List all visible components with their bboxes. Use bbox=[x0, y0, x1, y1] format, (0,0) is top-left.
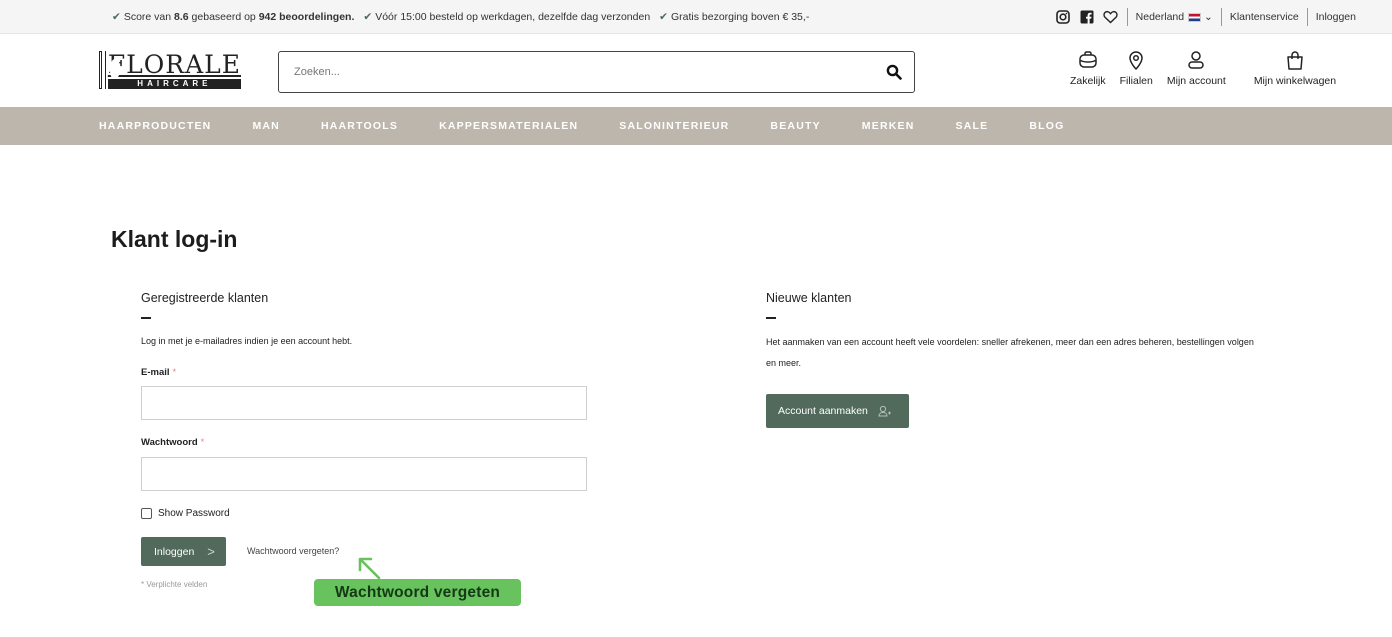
main-nav: HAARPRODUCTEN MAN HAARTOOLS KAPPERSMATER… bbox=[0, 107, 1392, 145]
email-input[interactable] bbox=[142, 387, 586, 419]
account-link[interactable]: Mijn account bbox=[1167, 49, 1226, 87]
nav-item-man[interactable]: MAN bbox=[252, 120, 280, 132]
page-title: Klant log-in bbox=[111, 226, 238, 252]
nav-item-merken[interactable]: MERKEN bbox=[862, 120, 915, 132]
stores-link[interactable]: Filialen bbox=[1120, 49, 1153, 87]
site-header: FLORALE HAIRCARE Zakelijk Filialen Mijn … bbox=[0, 34, 1392, 107]
title-dash bbox=[766, 317, 776, 319]
facebook-icon[interactable] bbox=[1079, 9, 1095, 25]
annotation-label: Wachtwoord vergeten bbox=[314, 579, 521, 606]
login-link[interactable]: Inloggen bbox=[1316, 11, 1356, 23]
title-dash bbox=[141, 317, 151, 319]
nav-item-haarproducten[interactable]: HAARPRODUCTEN bbox=[99, 120, 211, 132]
divider bbox=[1306, 8, 1308, 26]
show-password-row[interactable]: Show Password bbox=[141, 508, 230, 519]
new-customers-text-line1: Het aanmaken van een account heeft vele … bbox=[766, 337, 1254, 347]
search-icon[interactable] bbox=[886, 64, 902, 80]
briefcase-icon bbox=[1079, 51, 1097, 68]
logo-brand: FLORALE bbox=[107, 49, 241, 79]
nav-item-saloninterieur[interactable]: SALONINTERIEUR bbox=[619, 120, 729, 132]
usp-score: ✔ Score van 8.6 gebaseerd op 942 beoordel… bbox=[112, 11, 355, 23]
nav-item-beauty[interactable]: BEAUTY bbox=[770, 120, 820, 132]
shopping-bag-icon bbox=[1287, 51, 1303, 70]
florale-logo[interactable]: FLORALE HAIRCARE bbox=[99, 50, 241, 90]
nav-item-kappersmaterialen[interactable]: KAPPERSMATERIALEN bbox=[439, 120, 578, 132]
new-customers-text-line2: en meer. bbox=[766, 358, 802, 368]
cart-link[interactable]: Mijn winkelwagen bbox=[1254, 49, 1336, 87]
search-input[interactable] bbox=[279, 52, 859, 92]
instagram-icon[interactable] bbox=[1055, 9, 1071, 25]
usp-shipping: ✔ Vóór 15:00 besteld op werkdagen, dezelf… bbox=[363, 11, 651, 23]
chevron-right-icon: > bbox=[207, 544, 215, 559]
password-label: Wachtwoord * bbox=[141, 437, 205, 448]
forgot-password-link[interactable]: Wachtwoord vergeten? bbox=[247, 546, 339, 556]
login-intro-text: Log in met je e-mailadres indien je een … bbox=[141, 336, 353, 346]
search-bar bbox=[278, 51, 915, 93]
registered-customers-title: Geregistreerde klanten bbox=[141, 291, 269, 305]
topbar-right: Nederland ⌄ Klantenservice Inloggen bbox=[1055, 8, 1356, 26]
logo-sub: HAIRCARE bbox=[107, 78, 241, 89]
location-pin-icon bbox=[1129, 51, 1143, 71]
logo-face-icon bbox=[104, 51, 120, 89]
chevron-down-icon: ⌄ bbox=[1204, 11, 1213, 23]
nav-item-haartools[interactable]: HAARTOOLS bbox=[321, 120, 398, 132]
password-input[interactable] bbox=[142, 458, 586, 490]
required-fields-note: * Verplichte velden bbox=[141, 580, 208, 589]
nav-item-sale[interactable]: SALE bbox=[956, 120, 989, 132]
new-customers-title: Nieuwe klanten bbox=[766, 291, 852, 305]
nav-item-blog[interactable]: BLOG bbox=[1029, 120, 1064, 132]
customer-service-link[interactable]: Klantenservice bbox=[1230, 11, 1299, 23]
usp-free-delivery: ✔ Gratis bezorging boven € 35,- bbox=[659, 11, 810, 23]
create-account-button[interactable]: Account aanmaken bbox=[766, 394, 909, 428]
country-selector[interactable]: Nederland ⌄ bbox=[1136, 11, 1213, 23]
email-label: E-mail * bbox=[141, 367, 177, 378]
usp-list: ✔ Score van 8.6 gebaseerd op 942 beoordel… bbox=[112, 11, 809, 23]
divider bbox=[1126, 8, 1128, 26]
header-icons: Zakelijk Filialen Mijn account Mijn wink… bbox=[1070, 49, 1350, 87]
annotation-arrow-icon bbox=[358, 557, 381, 580]
email-field[interactable] bbox=[141, 386, 587, 420]
user-icon bbox=[1188, 51, 1205, 69]
divider bbox=[1220, 8, 1222, 26]
business-link[interactable]: Zakelijk bbox=[1070, 49, 1106, 87]
password-field[interactable] bbox=[141, 457, 587, 491]
logo-frame bbox=[99, 51, 102, 89]
login-button[interactable]: Inloggen > bbox=[141, 537, 226, 566]
top-bar: ✔ Score van 8.6 gebaseerd op 942 beoordel… bbox=[0, 0, 1392, 34]
dutch-flag-icon bbox=[1188, 12, 1202, 22]
heart-icon[interactable] bbox=[1103, 9, 1119, 25]
show-password-label: Show Password bbox=[158, 508, 230, 519]
show-password-checkbox[interactable] bbox=[141, 508, 152, 519]
add-user-icon bbox=[878, 405, 891, 417]
